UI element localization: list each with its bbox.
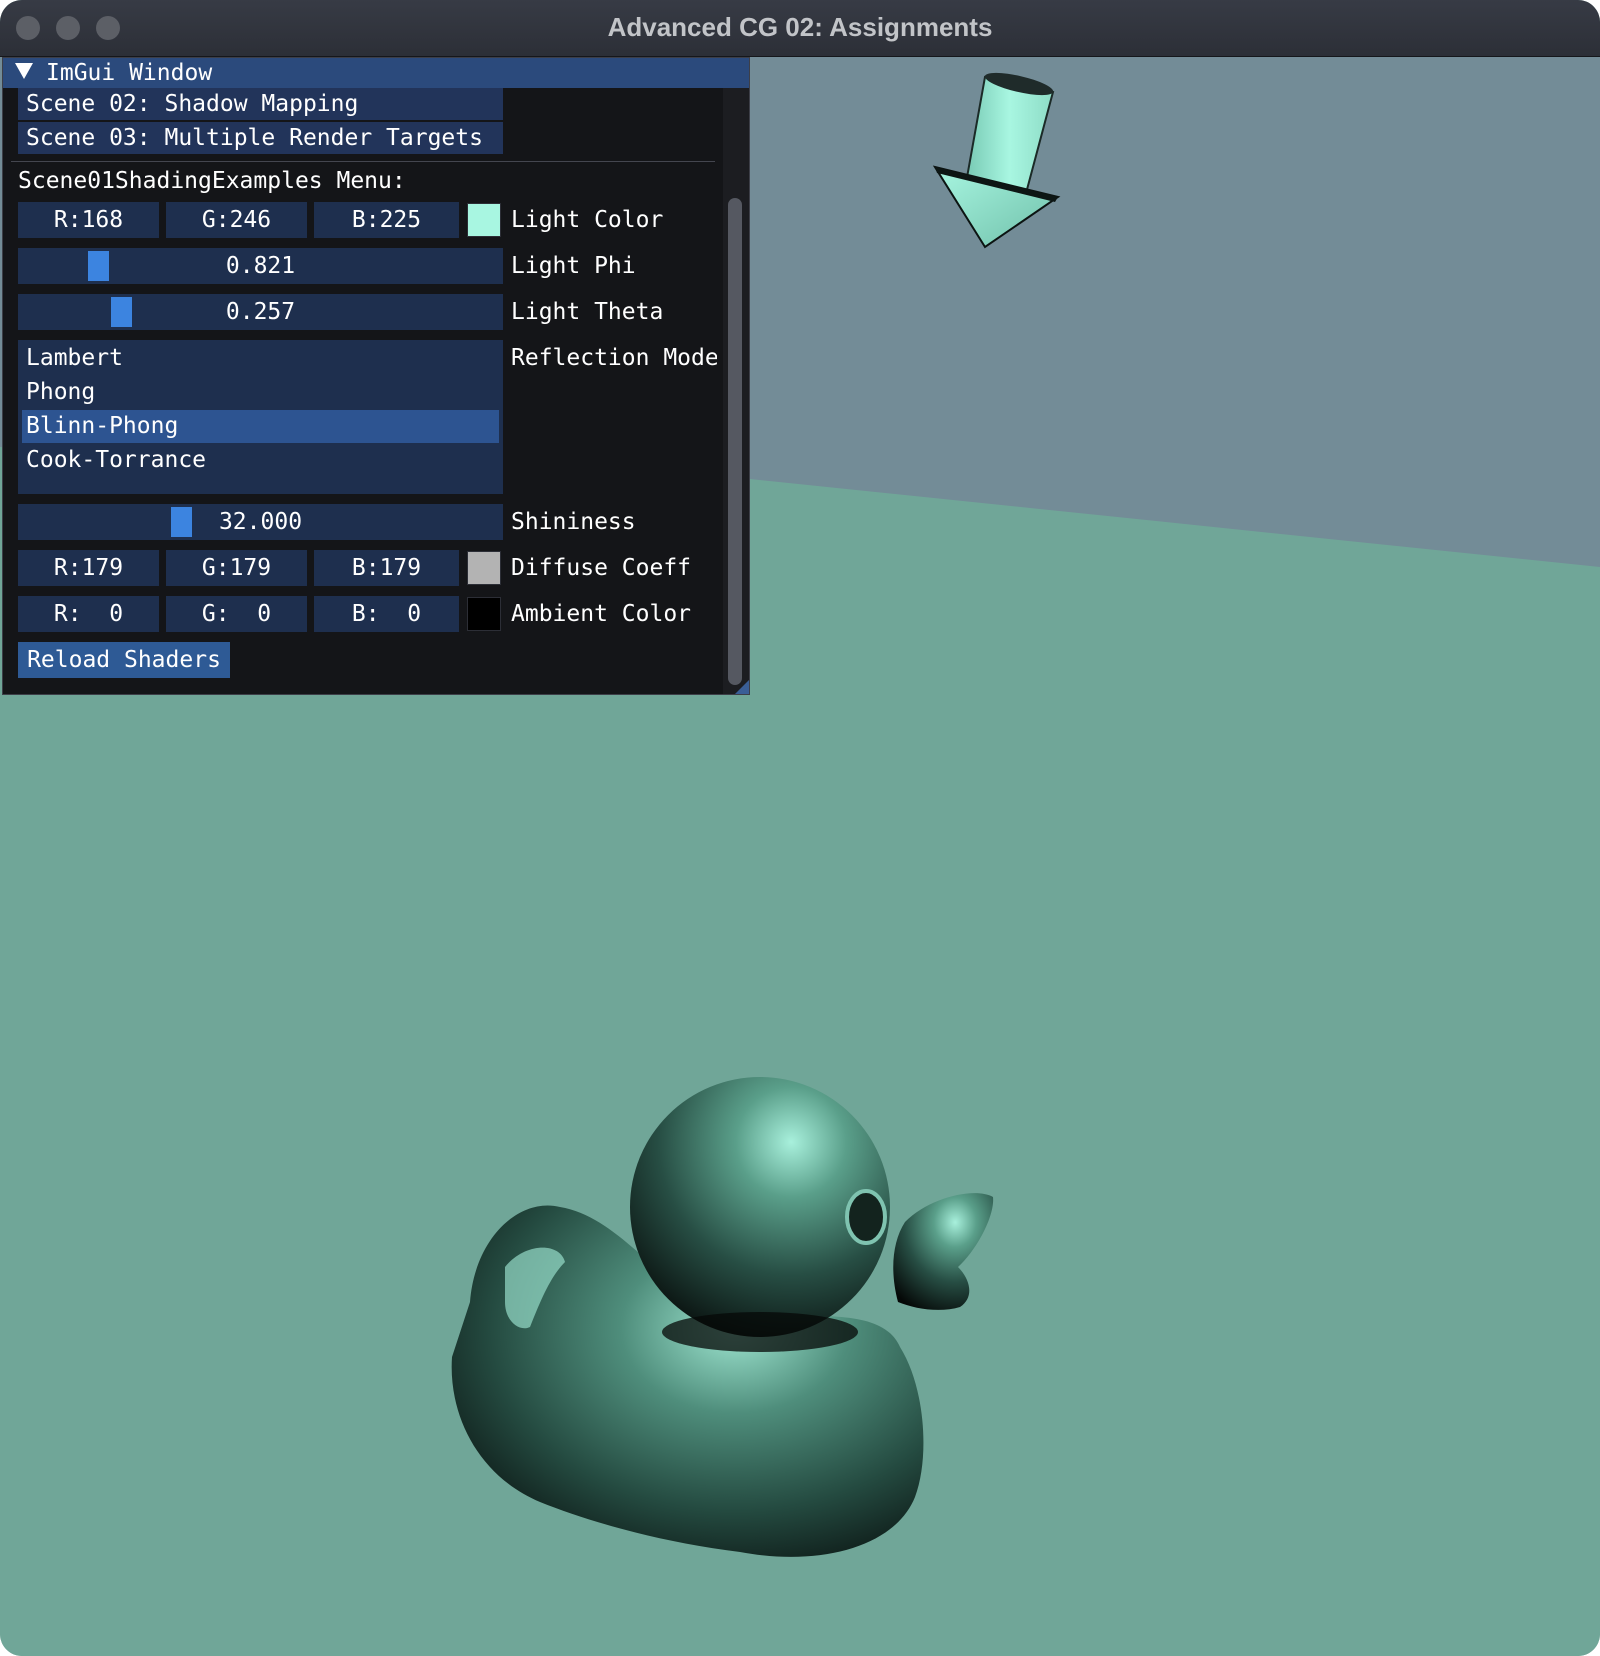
diffuse-coeff-label: Diffuse Coeff [511,555,692,581]
reload-shaders-button[interactable]: Reload Shaders [18,642,230,678]
app-window: Advanced CG 02: Assignments ImGui Window… [0,0,1600,1656]
reflection-option-cook-torrance[interactable]: Cook-Torrance [22,444,499,477]
window-title: Advanced CG 02: Assignments [607,12,993,42]
ambient-color-g-field[interactable]: G: 0 [166,596,307,632]
light-color-r-field[interactable]: R:168 [18,202,159,238]
shininess-value: 32.000 [218,509,303,535]
imgui-titlebar[interactable]: ImGui Window [3,58,749,88]
ambient-color-b-field[interactable]: B: 0 [314,596,459,632]
scene-02-button[interactable]: Scene 02: Shadow Mapping [18,88,503,120]
reflection-mode-list[interactable]: Lambert Phong Blinn-Phong Cook-Torrance [18,340,503,494]
imgui-scrollbar[interactable] [723,88,749,694]
imgui-title: ImGui Window [46,60,213,86]
diffuse-coeff-g-field[interactable]: G:179 [166,550,307,586]
light-theta-label: Light Theta [511,299,664,325]
separator [11,161,715,162]
imgui-panel[interactable]: ImGui Window Scene 02: Shadow Mapping Sc… [2,57,750,695]
duck-neck-shadow [662,1312,858,1352]
collapse-triangle-icon[interactable] [15,63,33,79]
imgui-scrollbar-thumb[interactable] [728,198,742,685]
shininess-slider[interactable]: 32.000 [18,504,503,540]
resize-grip[interactable] [735,680,749,694]
window-titlebar[interactable]: Advanced CG 02: Assignments [0,0,1600,57]
light-theta-value: 0.257 [225,299,296,325]
ambient-color-label: Ambient Color [511,601,692,627]
light-phi-value: 0.821 [225,253,296,279]
reflection-option-lambert[interactable]: Lambert [22,342,499,375]
light-phi-label: Light Phi [511,253,636,279]
shininess-label: Shininess [511,509,636,535]
ambient-color-swatch[interactable] [467,597,501,631]
reflection-option-phong[interactable]: Phong [22,376,499,409]
reflection-option-blinn-phong[interactable]: Blinn-Phong [22,410,499,443]
light-color-g-field[interactable]: G:246 [166,202,307,238]
diffuse-coeff-b-field[interactable]: B:179 [314,550,459,586]
ambient-color-r-field[interactable]: R: 0 [18,596,159,632]
light-color-b-field[interactable]: B:225 [314,202,459,238]
diffuse-coeff-swatch[interactable] [467,551,501,585]
scene-03-button[interactable]: Scene 03: Multiple Render Targets [18,122,503,154]
reflection-mode-label: Reflection Mode [511,345,717,371]
light-theta-slider[interactable]: 0.257 [18,294,503,330]
light-phi-slider[interactable]: 0.821 [18,248,503,284]
light-color-swatch[interactable] [467,203,501,237]
menu-title: Scene01ShadingExamples Menu: [18,168,406,194]
duck-eye [845,1189,887,1245]
light-color-label: Light Color [511,207,664,233]
diffuse-coeff-r-field[interactable]: R:179 [18,550,159,586]
